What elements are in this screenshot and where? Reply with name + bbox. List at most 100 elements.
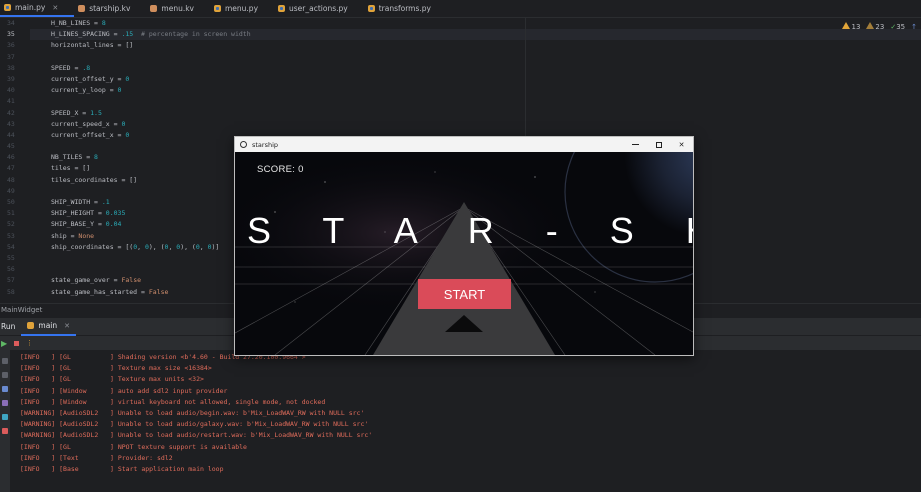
tab-label: menu.kv	[161, 4, 194, 13]
line-number: 35	[7, 30, 15, 39]
tab-menu-py[interactable]: menu.py	[210, 0, 274, 17]
line-number: 58	[7, 287, 15, 296]
line-number: 52	[7, 220, 15, 229]
tab-label: transforms.py	[378, 4, 431, 13]
python-file-icon	[4, 4, 11, 11]
console-line: [INFO ] [GL ] Texture max units <32>	[20, 375, 204, 384]
run-side-toolbar	[0, 350, 10, 492]
line-number: 55	[7, 253, 15, 262]
line-number: 56	[7, 265, 15, 274]
game-title: S T A R - S H I P	[247, 210, 693, 251]
console-line: [INFO ] [GL ] NPOT texture support is av…	[20, 442, 247, 451]
warning-icon	[842, 22, 851, 29]
python-file-icon	[367, 5, 375, 12]
console-line: [WARNING] [AudioSDL2 ] Unable to load au…	[20, 431, 373, 440]
minimize-button[interactable]	[624, 137, 647, 152]
close-icon[interactable]: ✕	[64, 322, 70, 330]
rerun-icon[interactable]: ▶	[1, 339, 7, 348]
previous-highlight-icon[interactable]: ↑	[911, 23, 917, 31]
line-number: 54	[7, 242, 15, 251]
minimize-icon	[632, 144, 639, 145]
tab-transforms-py[interactable]: transforms.py	[364, 0, 447, 17]
run-console-output[interactable]: [INFO ] [GL ] Shading version <b'4.60 - …	[14, 352, 921, 492]
scroll-down-icon[interactable]	[2, 372, 8, 378]
tab-label: main.py	[15, 3, 46, 12]
code-line: H_LINES_SPACING = .15 # percentage in sc…	[51, 30, 251, 39]
game-window-titlebar[interactable]: starship ✕	[235, 137, 693, 152]
warning-count[interactable]: 13	[842, 22, 860, 31]
code-line: current_y_loop = 0	[51, 86, 122, 95]
weak-warning-icon	[866, 22, 875, 29]
line-number: 49	[7, 186, 15, 195]
console-line: [INFO ] [Window ] auto add sdl2 input pr…	[20, 386, 228, 395]
tab-label: menu.py	[225, 4, 259, 13]
close-icon[interactable]: ✕	[52, 4, 58, 12]
score-label: SCORE: 0	[257, 164, 304, 175]
weak-warning-count[interactable]: 23	[866, 22, 884, 31]
run-tab-main[interactable]: main ✕	[21, 318, 77, 336]
line-number: 50	[7, 198, 15, 206]
inspection-widget[interactable]: 13 23 ✓35 ↑	[842, 22, 917, 31]
maximize-button[interactable]	[647, 137, 670, 152]
code-line: current_speed_x = 0	[51, 119, 126, 128]
line-number: 34	[7, 19, 15, 27]
ok-count[interactable]: ✓35	[890, 23, 905, 31]
line-number: 48	[7, 175, 15, 184]
console-line: [WARNING] [AudioSDL2 ] Unable to load au…	[20, 408, 365, 417]
line-number: 37	[7, 52, 15, 61]
python-file-icon	[214, 5, 221, 12]
console-line: [INFO ] [Text ] Provider: sdl2	[20, 453, 173, 462]
clear-icon[interactable]	[2, 428, 8, 434]
tab-starship-kv[interactable]: starship.kv	[74, 0, 146, 17]
line-number: 42	[7, 108, 15, 117]
line-number: 38	[7, 63, 15, 72]
run-window-title: Run	[1, 322, 16, 331]
line-number: 40	[7, 86, 15, 95]
start-button[interactable]: START	[418, 279, 511, 309]
maximize-icon	[655, 141, 662, 148]
starship-game-window[interactable]: starship ✕ SCORE: 0 S T A R - S START	[234, 136, 694, 356]
line-number-gutter: 34 35 36 37 38 39 40 41 42 43 44 45 46 47 48 49 50 51 52 53…	[0, 18, 30, 303]
tab-user-actions-py[interactable]: user_actions.py	[274, 0, 364, 17]
game-canvas[interactable]: SCORE: 0 S T A R - S H I P START	[235, 152, 693, 355]
soft-wrap-icon[interactable]	[2, 386, 8, 392]
line-number: 45	[7, 142, 15, 151]
python-file-icon	[27, 322, 35, 329]
game-window-title: starship	[252, 140, 279, 149]
close-button[interactable]: ✕	[670, 137, 693, 152]
code-line: SPEED = .8	[51, 63, 91, 72]
code-line: horizontal_lines = []	[51, 41, 134, 50]
editor-tab-bar: main.py ✕ starship.kv menu.kv menu.py user_ac…	[0, 0, 921, 18]
console-line: [WARNING] [AudioSDL2 ] Unable to load au…	[20, 420, 369, 429]
game-background	[235, 152, 693, 355]
more-options-icon[interactable]: ⋮	[26, 339, 33, 347]
scroll-to-end-icon[interactable]	[2, 400, 8, 406]
line-number: 36	[7, 41, 15, 50]
stop-icon[interactable]	[14, 340, 20, 346]
console-line: [INFO ] [GL ] Texture max size <16384>	[20, 364, 212, 373]
line-number: 57	[7, 276, 15, 285]
print-icon[interactable]	[2, 414, 8, 420]
close-icon: ✕	[678, 140, 685, 149]
app-icon	[240, 141, 247, 148]
python-file-icon	[278, 5, 286, 12]
kv-file-icon	[78, 5, 86, 12]
line-number: 51	[7, 209, 15, 218]
line-number: 47	[7, 164, 15, 173]
code-line: current_offset_y = 0	[51, 74, 130, 83]
scroll-up-icon[interactable]	[2, 358, 8, 364]
tab-menu-kv[interactable]: menu.kv	[146, 0, 210, 17]
console-line: [INFO ] [Base ] Start application main l…	[20, 464, 224, 473]
line-number: 39	[7, 74, 15, 83]
kv-file-icon	[150, 5, 158, 12]
line-number: 44	[7, 130, 15, 139]
run-tab-label: main	[38, 321, 58, 330]
tab-main-py[interactable]: main.py ✕	[0, 0, 75, 17]
tab-label: user_actions.py	[289, 4, 348, 13]
tab-label: starship.kv	[89, 4, 131, 13]
console-line: [INFO ] [Window ] virtual keyboard not a…	[20, 397, 326, 406]
code-line: SPEED_X = 1.5	[51, 108, 102, 117]
code-line: H_NB_LINES = 8	[51, 19, 106, 27]
